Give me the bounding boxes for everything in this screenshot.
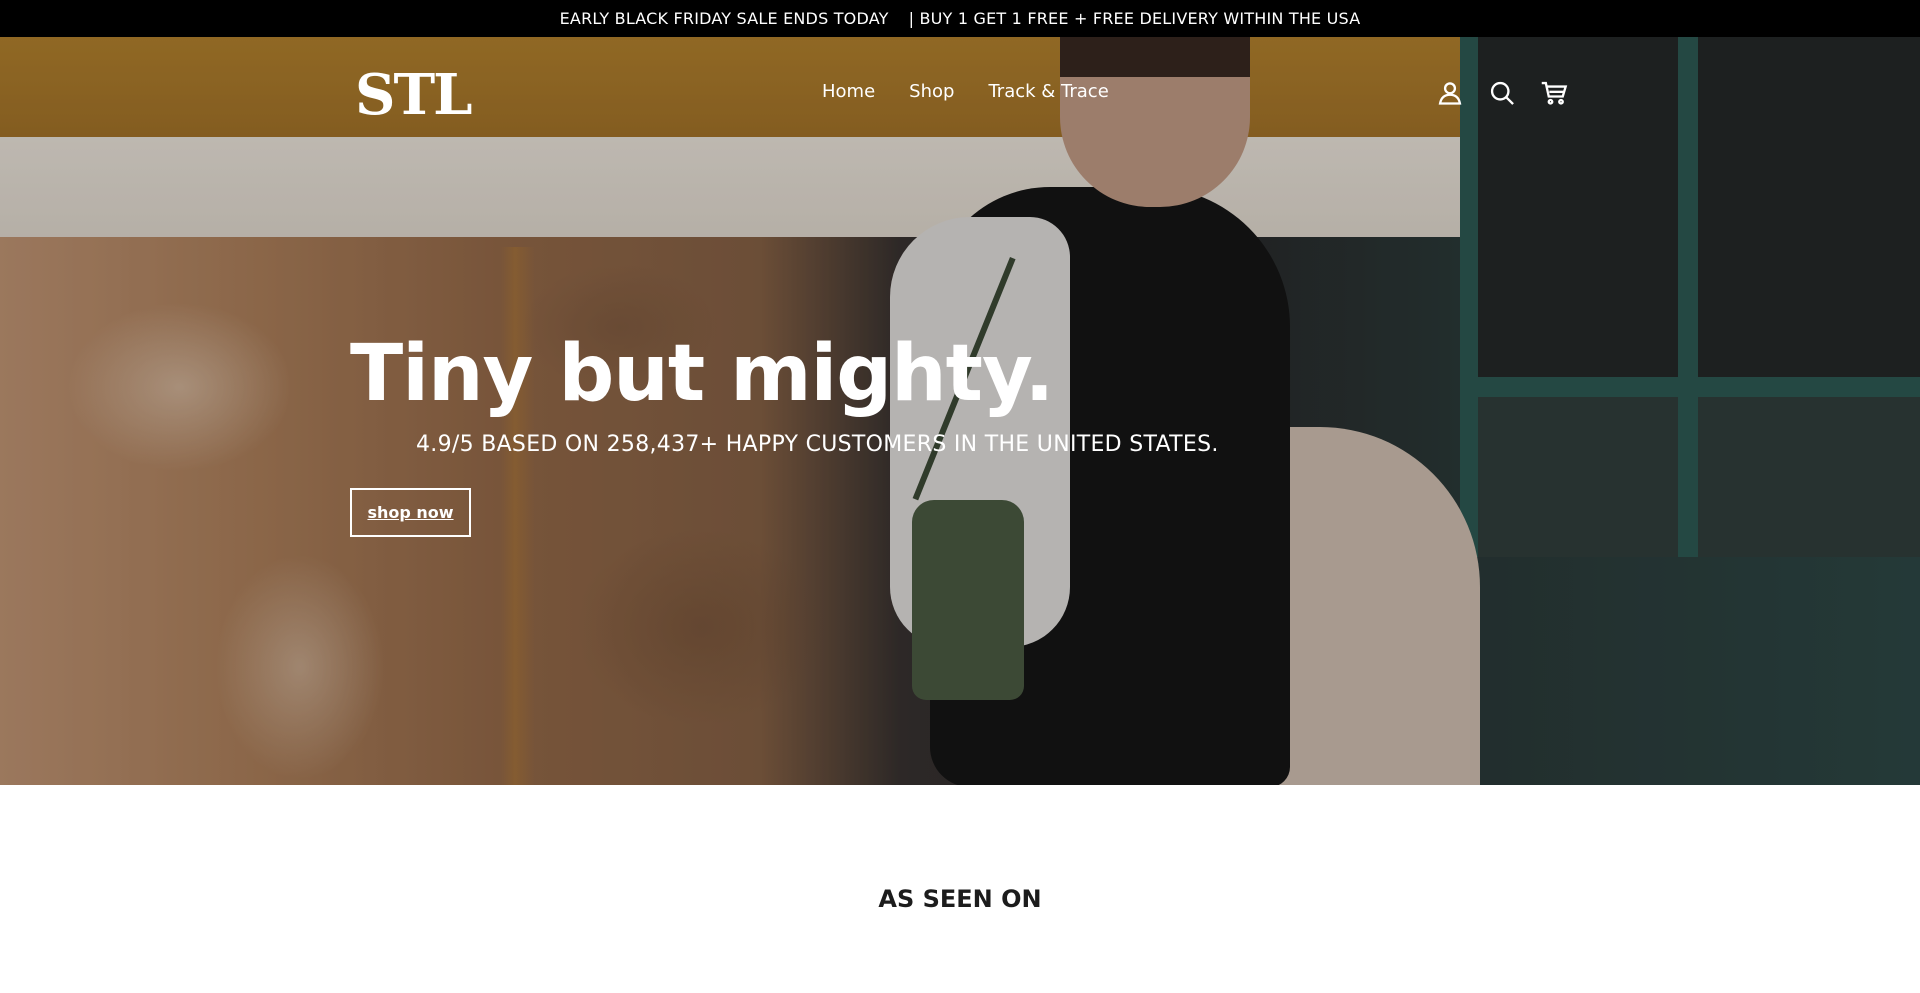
logo[interactable]: STL	[355, 67, 472, 123]
announcement-bar: EARLY BLACK FRIDAY SALE ENDS TODAY | BUY…	[0, 0, 1920, 37]
hero-subtitle: 4.9/5 BASED ON 258,437+ HAPPY CUSTOMERS …	[416, 432, 1219, 457]
shop-now-button[interactable]: shop now	[350, 488, 471, 537]
nav-shop[interactable]: Shop	[909, 81, 954, 102]
main-nav: Home Shop Track & Trace	[822, 81, 1109, 102]
announcement-text-sale: EARLY BLACK FRIDAY SALE ENDS TODAY	[559, 9, 889, 28]
announcement-text-offer: | BUY 1 GET 1 FREE + FREE DELIVERY WITHI…	[908, 9, 1361, 28]
nav-home[interactable]: Home	[822, 81, 875, 102]
cart-icon[interactable]	[1540, 79, 1568, 107]
as-seen-on-heading: AS SEEN ON	[878, 885, 1042, 913]
site-header: STL Home Shop Track & Trace	[0, 37, 1920, 150]
search-icon[interactable]	[1488, 79, 1516, 107]
account-icon[interactable]	[1436, 79, 1464, 107]
hero-title: Tiny but mighty.	[350, 329, 1054, 419]
header-icons	[1436, 79, 1568, 107]
nav-track-trace[interactable]: Track & Trace	[988, 81, 1108, 102]
